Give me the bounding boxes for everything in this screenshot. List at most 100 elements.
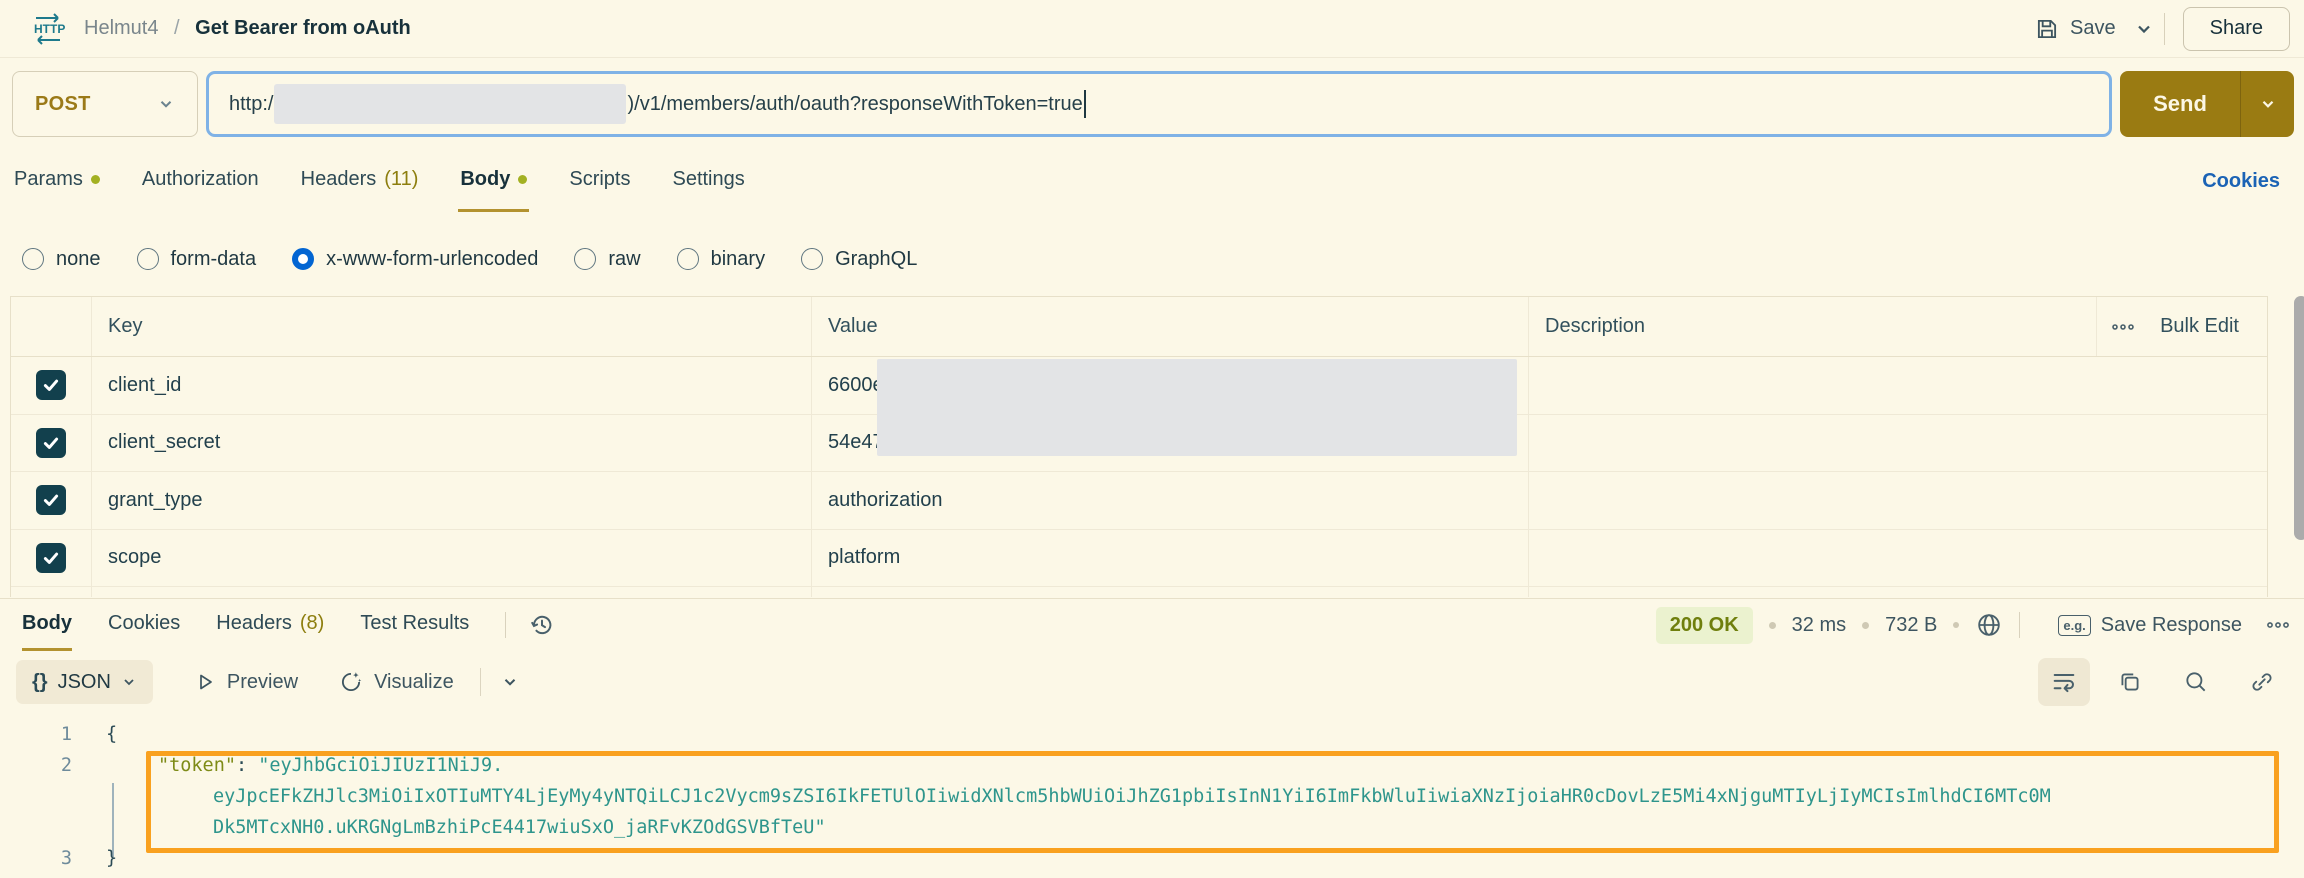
- response-tabs: Body Cookies Headers (8) Test Results 20…: [0, 599, 2304, 651]
- response-time[interactable]: 32 ms: [1792, 614, 1846, 637]
- tab-body[interactable]: Body: [458, 150, 529, 212]
- headers-count: (11): [384, 168, 418, 191]
- send-options-chevron[interactable]: [2240, 71, 2294, 137]
- top-bar: HTTP Helmut4 / Get Bearer from oAuth Sav…: [0, 0, 2304, 58]
- viewer-options-chevron[interactable]: [501, 673, 519, 691]
- mode-x-www-form-urlencoded[interactable]: x-www-form-urlencoded: [292, 248, 538, 271]
- mode-form-data[interactable]: form-data: [137, 248, 257, 271]
- share-button-label: Share: [2210, 17, 2263, 40]
- status-badge[interactable]: 200 OK: [1656, 607, 1753, 644]
- viewer-divider: [480, 668, 481, 696]
- column-header-value: Value: [811, 297, 1528, 356]
- value-cell[interactable]: platform: [811, 530, 1528, 587]
- table-row-scope: scope platform: [11, 530, 2267, 588]
- token-value-part-1: "eyJhbGciOiJIUzI1NiJ9.: [258, 755, 503, 776]
- response-tabs-divider: [505, 612, 506, 638]
- response-more-options-icon[interactable]: [2266, 621, 2290, 629]
- meta-separator-dot: [1953, 622, 1959, 628]
- column-header-key: Key: [91, 297, 811, 356]
- response-tab-test-results[interactable]: Test Results: [360, 599, 469, 651]
- key-cell[interactable]: scope: [91, 530, 811, 587]
- breadcrumb-collection[interactable]: Helmut4: [84, 17, 158, 39]
- key-cell[interactable]: client_id: [91, 357, 811, 414]
- copy-icon[interactable]: [2104, 658, 2156, 706]
- share-button[interactable]: Share: [2183, 7, 2290, 51]
- value-redaction-box: [877, 359, 1517, 456]
- url-input[interactable]: http:/)/v1/members/auth/oauth?responseWi…: [206, 71, 2112, 137]
- value-cell[interactable]: authorization: [811, 472, 1528, 529]
- mode-none[interactable]: none: [22, 248, 101, 271]
- method-chevron-icon: [157, 95, 175, 113]
- json-colon: :: [236, 755, 258, 776]
- code-line-2-wrap-2: Dk5MTcxNH0.uKRGNgLmBzhiPcE4417wiuSxO_jaR…: [0, 812, 2304, 843]
- radio-none[interactable]: [22, 248, 44, 270]
- checkbox-client-secret[interactable]: [36, 428, 66, 458]
- send-button-label: Send: [2120, 71, 2240, 137]
- wrap-text-icon[interactable]: [2038, 658, 2090, 706]
- visualize-button[interactable]: Visualize: [338, 669, 454, 695]
- tab-authorization[interactable]: Authorization: [140, 150, 261, 212]
- meta-divider: [2019, 612, 2020, 638]
- link-icon[interactable]: [2236, 658, 2288, 706]
- network-globe-icon[interactable]: [1975, 611, 2003, 639]
- tab-headers[interactable]: Headers (11): [299, 150, 421, 212]
- top-bar-actions: Save Share: [2026, 7, 2290, 51]
- mode-form-data-label: form-data: [171, 248, 257, 271]
- response-tab-body[interactable]: Body: [22, 599, 72, 651]
- send-button[interactable]: Send: [2120, 71, 2294, 137]
- mode-binary[interactable]: binary: [677, 248, 765, 271]
- tab-params[interactable]: Params: [12, 150, 102, 212]
- line-number: 3: [0, 848, 72, 869]
- bulk-edit-button[interactable]: Bulk Edit: [2096, 297, 2259, 356]
- save-options-chevron[interactable]: [2134, 19, 2154, 39]
- radio-binary[interactable]: [677, 248, 699, 270]
- key-cell[interactable]: client_secret: [91, 415, 811, 472]
- response-tab-headers[interactable]: Headers (8): [216, 599, 324, 651]
- format-dropdown-label: JSON: [58, 671, 111, 694]
- more-options-icon[interactable]: [2112, 323, 2134, 331]
- chevron-down-icon: [121, 674, 137, 690]
- mode-raw[interactable]: raw: [574, 248, 640, 271]
- response-history-icon[interactable]: [528, 611, 556, 639]
- line-number: 1: [0, 724, 72, 745]
- table-row-empty: [11, 587, 2267, 597]
- save-button[interactable]: Save: [2026, 10, 2124, 48]
- radio-form-data[interactable]: [137, 248, 159, 270]
- response-tab-cookies[interactable]: Cookies: [108, 599, 180, 651]
- tab-params-label: Params: [14, 168, 83, 191]
- description-cell[interactable]: [1528, 530, 2267, 587]
- body-mode-options: none form-data x-www-form-urlencoded raw…: [0, 232, 2304, 286]
- checkbox-scope[interactable]: [36, 543, 66, 573]
- braces-icon: {}: [32, 671, 48, 694]
- http-request-icon: HTTP: [28, 12, 68, 46]
- mode-raw-label: raw: [608, 248, 640, 271]
- code-line-2: 2 "token": "eyJhbGciOiJIUzI1NiJ9.: [0, 750, 2304, 781]
- radio-raw[interactable]: [574, 248, 596, 270]
- format-dropdown[interactable]: {} JSON: [16, 660, 153, 704]
- response-tab-headers-label: Headers: [216, 612, 292, 635]
- cookies-link[interactable]: Cookies: [2202, 150, 2280, 212]
- key-cell[interactable]: grant_type: [91, 472, 811, 529]
- description-cell[interactable]: [1528, 472, 2267, 529]
- vertical-scrollbar[interactable]: [2294, 296, 2304, 540]
- response-size[interactable]: 732 B: [1885, 614, 1937, 637]
- radio-x-www-form-urlencoded[interactable]: [292, 248, 314, 270]
- code-line-2-wrap-1: eyJpcEFkZHJlc3MiOiIxOTIuMTY4LjEyMy4yNTQi…: [0, 781, 2304, 812]
- params-modified-dot: [91, 175, 100, 184]
- preview-button[interactable]: Preview: [193, 670, 298, 694]
- tab-scripts[interactable]: Scripts: [567, 150, 632, 212]
- checkbox-grant-type[interactable]: [36, 485, 66, 515]
- description-cell[interactable]: [1528, 415, 2267, 472]
- visualize-label: Visualize: [374, 671, 454, 694]
- radio-graphql[interactable]: [801, 248, 823, 270]
- mode-graphql-label: GraphQL: [835, 248, 917, 271]
- method-selector[interactable]: POST: [12, 71, 198, 137]
- save-response-button[interactable]: e.g. Save Response: [2058, 614, 2242, 637]
- request-bar: POST http:/)/v1/members/auth/oauth?respo…: [0, 70, 2304, 138]
- mode-graphql[interactable]: GraphQL: [801, 248, 917, 271]
- description-cell[interactable]: [1528, 357, 2267, 414]
- search-icon[interactable]: [2170, 658, 2222, 706]
- tab-settings[interactable]: Settings: [670, 150, 746, 212]
- checkbox-client-id[interactable]: [36, 370, 66, 400]
- app-window: HTTP Helmut4 / Get Bearer from oAuth Sav…: [0, 0, 2304, 878]
